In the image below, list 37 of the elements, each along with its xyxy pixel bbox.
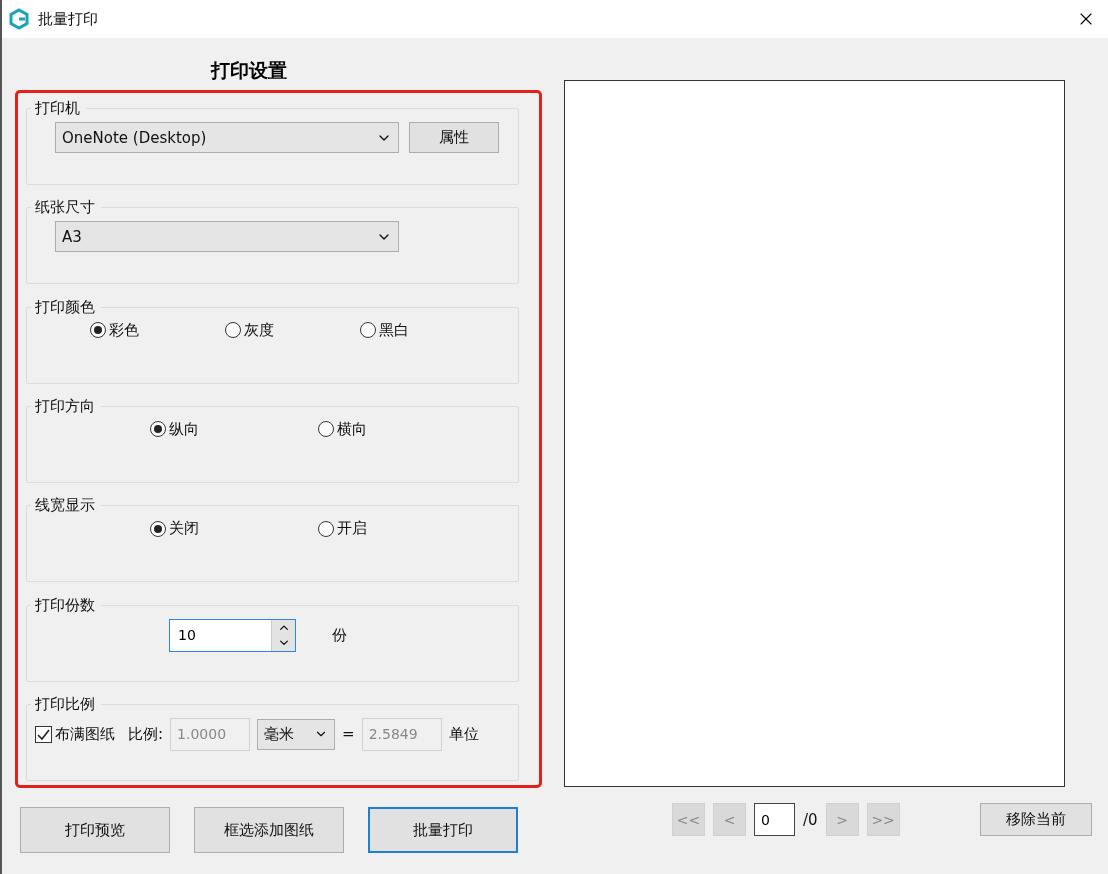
ratio-field: 1.0000 — [170, 717, 251, 751]
copies-input[interactable]: 10 — [170, 619, 271, 651]
group-label: 线宽显示 — [34, 496, 96, 516]
printer-dropdown[interactable]: OneNote (Desktop) — [55, 122, 399, 153]
group-label: 打印颜色 — [34, 297, 96, 317]
radio-option[interactable]: 纵向 — [150, 420, 199, 439]
window-title: 批量打印 — [38, 9, 99, 29]
radio-option[interactable]: 开启 — [318, 519, 367, 539]
action-button[interactable]: 批量打印 — [368, 807, 518, 853]
group-label: 打印机 — [34, 99, 81, 118]
copies-unit: 份 — [332, 625, 347, 645]
units-field: 2.5849 — [361, 717, 442, 751]
copies-spinbox[interactable]: 10 — [169, 618, 296, 652]
properties-button[interactable]: 属性 — [409, 122, 499, 153]
equals-sign: = — [342, 725, 355, 744]
paper-size-dropdown[interactable]: A3 — [55, 221, 399, 253]
page-total: /0 — [803, 810, 818, 829]
page-field[interactable]: 0 — [754, 803, 795, 836]
radio-option[interactable]: 关闭 — [150, 519, 199, 539]
settings-heading: 打印设置 — [210, 58, 287, 83]
remove-current-button[interactable]: 移除当前 — [979, 803, 1092, 836]
radio-option[interactable]: 灰度 — [225, 320, 274, 340]
radio-option[interactable]: 黑白 — [360, 320, 409, 340]
group-label: 纸张尺寸 — [34, 198, 96, 218]
app-logo-icon — [8, 8, 30, 30]
fit-paper-checkbox[interactable]: 布满图纸 — [35, 724, 115, 744]
checkmark-icon — [37, 727, 50, 741]
action-button[interactable]: 打印预览 — [20, 807, 170, 853]
ratio-label: 比例: — [128, 724, 164, 744]
unit-dropdown[interactable]: 毫米 — [257, 718, 336, 750]
units-label: 单位 — [448, 724, 479, 744]
action-button[interactable]: 框选添加图纸 — [194, 807, 344, 853]
group-label: 打印份数 — [34, 595, 96, 615]
group-label: 打印方向 — [34, 397, 96, 416]
radio-option[interactable]: 彩色 — [90, 320, 139, 340]
radio-option[interactable]: 横向 — [318, 420, 367, 439]
group-label: 打印比例 — [34, 694, 96, 714]
